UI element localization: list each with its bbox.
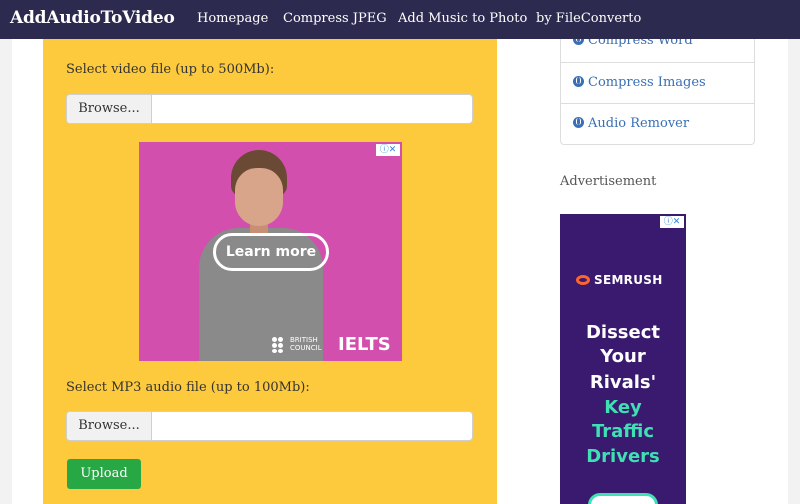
semrush-ad[interactable]: ⓘ✕ SEMRUSH Dissect Your Rivals' Key Traf… (560, 214, 686, 504)
audio-file-label: Select MP3 audio file (up to 100Mb): (66, 380, 310, 395)
ad2-headline-line: Dissect (585, 322, 661, 343)
semrush-flame-icon (576, 275, 590, 285)
semrush-brand-text: SEMRUSH (594, 273, 663, 287)
audio-file-input[interactable]: Browse... (66, 411, 473, 441)
sidebar-item-audio-remover[interactable]: Audio Remover (561, 103, 754, 144)
sidebar-link-compress-images[interactable]: Compress Images (573, 75, 706, 90)
nav-by-fileconverto[interactable]: by FileConverto (536, 11, 641, 26)
sidebar-link-audio-remover[interactable]: Audio Remover (573, 116, 689, 131)
ad2-headline-line: Your (600, 346, 646, 367)
scrollbar-gutter (788, 39, 800, 504)
semrush-logo: SEMRUSH (576, 273, 663, 287)
brand-line-1: BRITISH (290, 336, 318, 344)
globe-icon (573, 76, 584, 87)
ad-choices-icon[interactable]: ⓘ✕ (376, 144, 400, 156)
ielts-logo: IELTS (338, 334, 391, 355)
ad2-graphic (588, 493, 658, 504)
ielts-ad[interactable]: ⓘ✕ Learn more BRITISH COUNCIL IELTS (139, 142, 402, 361)
nav-add-music-to-photo[interactable]: Add Music to Photo (398, 11, 527, 26)
sidebar-item-compress-images[interactable]: Compress Images (561, 62, 754, 103)
audio-browse-button[interactable]: Browse... (67, 412, 152, 440)
globe-icon (573, 117, 584, 128)
advertisement-label: Advertisement (560, 174, 657, 189)
video-file-label: Select video file (up to 500Mb): (66, 62, 275, 77)
ad2-headline-line: Key (604, 397, 642, 418)
ad2-headline-line: Traffic (591, 421, 655, 442)
ad-choices-icon[interactable]: ⓘ✕ (660, 216, 684, 228)
sidebar-item-label: Audio Remover (588, 116, 690, 131)
british-council-logo: BRITISH COUNCIL (272, 336, 330, 354)
video-file-input[interactable]: Browse... (66, 94, 473, 124)
video-browse-button[interactable]: Browse... (67, 95, 152, 123)
brand-logo[interactable]: AddAudioToVideo (10, 8, 175, 28)
nav-homepage[interactable]: Homepage (197, 11, 268, 26)
top-navbar: AddAudioToVideo Homepage Compress JPEG A… (0, 0, 800, 39)
ad-person-face (235, 168, 283, 226)
ad2-headline-line: Rivals' (589, 372, 657, 393)
ad2-headline-line: Drivers (586, 446, 660, 467)
british-council-dots-icon (272, 337, 288, 353)
sidebar-item-label: Compress Images (588, 75, 706, 90)
nav-compress-jpeg[interactable]: Compress JPEG (283, 11, 387, 26)
learn-more-button[interactable]: Learn more (213, 233, 329, 271)
upload-button[interactable]: Upload (67, 459, 141, 489)
brand-line-2: COUNCIL (290, 344, 322, 352)
british-council-text: BRITISH COUNCIL (290, 336, 322, 352)
